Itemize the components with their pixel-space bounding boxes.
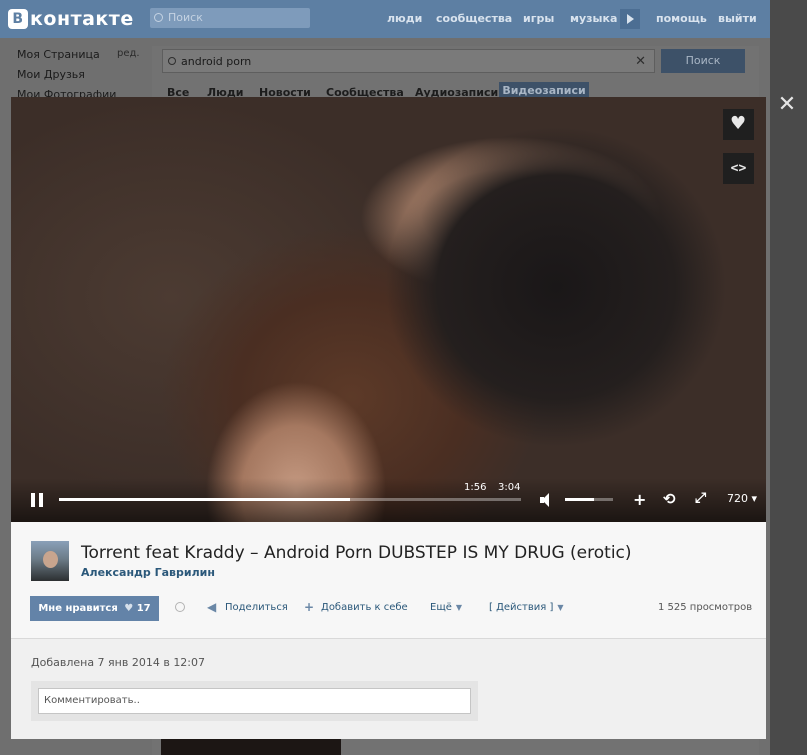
top-search-input[interactable]: Поиск (150, 8, 310, 28)
more-label: Ещё (430, 602, 452, 613)
nav-logout[interactable]: выйти (718, 12, 757, 25)
vk-logo-text: контакте (30, 8, 134, 30)
like-button[interactable]: Мне нравится ♥ 17 (30, 596, 159, 621)
author-link[interactable]: Александр Гаврилин (81, 566, 215, 579)
volume-slider[interactable] (565, 498, 613, 501)
volume-icon[interactable] (540, 493, 556, 507)
nav-communities[interactable]: сообщества (436, 12, 512, 25)
nav-games[interactable]: игры (523, 12, 554, 25)
megaphone-icon: ◀ (207, 600, 217, 614)
pause-icon[interactable] (31, 493, 43, 507)
chevron-down-icon: ▼ (557, 603, 564, 612)
plus-icon: + (304, 600, 315, 614)
repeat-icon[interactable]: ⟲ (663, 490, 676, 508)
gear-icon[interactable] (175, 602, 185, 612)
top-search-placeholder: Поиск (168, 11, 203, 24)
close-icon[interactable]: ✕ (776, 94, 798, 116)
added-date: Добавлена 7 янв 2014 в 12:07 (31, 656, 206, 669)
nav-help[interactable]: помощь (656, 12, 707, 25)
embed-icon[interactable]: <> (723, 153, 754, 184)
search-icon (154, 13, 163, 22)
view-count: 1 525 просмотров (658, 602, 753, 613)
fullscreen-icon[interactable]: ⤢ (695, 490, 706, 506)
like-count: 17 (136, 603, 151, 614)
heart-icon[interactable] (723, 109, 754, 140)
seek-bar[interactable] (59, 498, 521, 501)
quality-value: 720 (727, 492, 748, 505)
duration: 3:04 (498, 482, 521, 493)
vk-logo-letter: B (8, 9, 28, 29)
search-query: android porn (181, 55, 252, 68)
like-label: Мне нравится (38, 603, 118, 614)
heart-icon: ♥ (124, 603, 134, 614)
search-input[interactable]: android porn ✕ (162, 49, 655, 73)
top-bar: B контакте Поиск люди сообщества игры му… (0, 0, 770, 38)
menu-my-page[interactable]: Моя Страница (17, 48, 100, 61)
add-to-mine-button[interactable]: Добавить к себе (321, 602, 408, 613)
search-button[interactable]: Поиск (661, 49, 745, 73)
comment-input[interactable]: Комментировать.. (38, 688, 471, 714)
chevron-down-icon: ▼ (455, 603, 463, 612)
music-play-icon[interactable] (620, 9, 640, 29)
video-info-panel (11, 522, 766, 639)
actions-label: [ Действия ] (489, 602, 554, 613)
video-thumbnail[interactable] (161, 739, 341, 755)
share-button[interactable]: Поделиться (225, 602, 288, 613)
actions-button[interactable]: [ Действия ] ▼ (489, 602, 564, 613)
vk-logo[interactable]: B контакте (8, 8, 134, 30)
volume-level (565, 498, 594, 501)
video-title: Torrent feat Kraddy – Android Porn DUBST… (81, 543, 632, 563)
current-time: 1:56 (464, 482, 487, 493)
search-icon (168, 57, 176, 65)
add-icon[interactable]: + (633, 490, 646, 509)
seek-progress (59, 498, 351, 501)
video-frame[interactable] (11, 97, 766, 522)
clear-icon[interactable]: ✕ (635, 50, 646, 74)
nav-people[interactable]: люди (387, 12, 422, 25)
avatar[interactable] (31, 541, 69, 581)
menu-my-friends[interactable]: Мои Друзья (17, 68, 85, 81)
menu-edit-link[interactable]: ред. (117, 48, 140, 59)
more-button[interactable]: Ещё ▼ (430, 602, 462, 613)
quality-select[interactable]: 720 ▾ (727, 492, 757, 505)
nav-music[interactable]: музыка (570, 12, 617, 25)
